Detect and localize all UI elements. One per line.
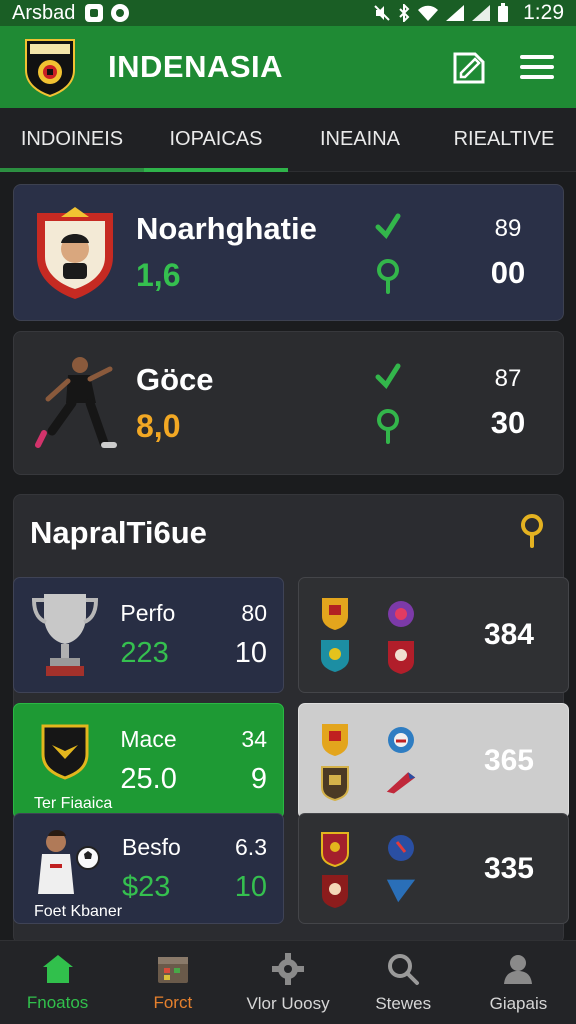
flag-icon xyxy=(385,762,417,802)
match-team-name: Göce xyxy=(136,361,214,397)
nav-item-search[interactable]: Stewes xyxy=(346,941,461,1024)
crest-icon xyxy=(385,594,417,634)
tab-ineaina[interactable]: INEAINA xyxy=(288,108,432,171)
battery-icon xyxy=(498,3,509,22)
stat-side-bottom: 10 xyxy=(234,637,267,669)
signal-icon-2 xyxy=(472,5,491,21)
sync-icon xyxy=(111,4,130,22)
location-pin-icon xyxy=(377,258,399,294)
carrier-label: Arsbad xyxy=(12,1,76,24)
tab-indoineis[interactable]: INDOINEIS xyxy=(0,108,144,172)
tab-iopaicas[interactable]: IOPAICAS xyxy=(144,108,288,172)
stat-card-highlighted[interactable]: Ter Fiaaica Mace 25.0 34 9 xyxy=(13,703,284,819)
match-bottom-value: 30 xyxy=(490,405,526,440)
crest-icon xyxy=(319,594,351,634)
match-top-value: 89 xyxy=(494,214,522,242)
match-card[interactable]: Noarhghatie 1,6 89 00 xyxy=(13,184,564,321)
stat-side-top: 6.3 xyxy=(235,833,267,860)
gear-icon xyxy=(272,952,304,985)
stat-value: $23 xyxy=(122,870,171,903)
edit-icon[interactable] xyxy=(452,49,486,85)
bluetooth-icon xyxy=(399,4,410,22)
player-action-avatar xyxy=(32,355,118,451)
stat-caption: Foet Kbaner xyxy=(34,902,123,920)
stat-label: Mace xyxy=(120,726,177,752)
club-badge-icon: Ter Fiaaica xyxy=(30,713,112,812)
match-team-name: Noarhghatie xyxy=(136,211,317,246)
status-bar: Arsbad 1:29 xyxy=(0,0,576,26)
crest-total: 365 xyxy=(483,744,534,777)
search-icon xyxy=(388,953,420,985)
bottom-nav: Fnoatos Forct Vlor Uoosy Stewes Giapais xyxy=(0,940,576,1024)
crest-summary-card[interactable]: 365 xyxy=(298,703,569,819)
stat-card[interactable]: Foet Kbaner Besfo $23 6.3 10 xyxy=(13,813,284,924)
stat-side-bottom: 9 xyxy=(250,763,267,795)
nav-item-home[interactable]: Fnoatos xyxy=(0,941,115,1024)
match-bottom-value: 00 xyxy=(490,254,526,290)
match-top-value: 87 xyxy=(494,365,522,392)
nav-item-settings[interactable]: Vlor Uoosy xyxy=(230,941,345,1024)
match-score: 8,0 xyxy=(136,407,181,444)
person-icon xyxy=(504,954,533,984)
stat-value: 25.0 xyxy=(120,763,177,795)
nav-label: Giapais xyxy=(489,993,548,1013)
nav-label: Fnoatos xyxy=(26,992,89,1012)
team-logo xyxy=(25,39,75,98)
crest-icon xyxy=(385,636,417,676)
stat-label: Besfo xyxy=(122,833,181,860)
mute-icon xyxy=(374,5,390,21)
nav-label: Stewes xyxy=(375,993,432,1013)
match-score: 1,6 xyxy=(136,257,181,293)
match-card[interactable]: Göce 8,0 87 30 xyxy=(13,331,564,475)
crest-icon xyxy=(385,870,417,910)
stat-side-top: 34 xyxy=(241,726,267,752)
menu-icon[interactable] xyxy=(520,53,554,81)
player-with-ball-avatar: Foet Kbaner xyxy=(30,821,122,920)
nav-label: Forct xyxy=(153,992,193,1012)
tab-riealtive[interactable]: RIEALTIVE xyxy=(432,108,576,171)
nav-label: Vlor Uoosy xyxy=(246,993,330,1013)
crest-icon xyxy=(319,828,351,868)
section-title: NapralTi6ue xyxy=(30,515,207,550)
home-icon xyxy=(42,954,73,983)
crest-summary-card[interactable]: 384 xyxy=(298,577,569,693)
crest-icon xyxy=(385,720,417,760)
location-pin-icon xyxy=(377,409,399,444)
crest-icon xyxy=(319,762,351,802)
stat-side-bottom: 10 xyxy=(234,870,267,903)
crest-total: 384 xyxy=(483,618,534,651)
crest-total: 335 xyxy=(483,851,534,885)
notification-icon xyxy=(85,4,104,22)
wifi-icon xyxy=(418,5,439,21)
check-icon xyxy=(375,363,401,389)
stat-caption: Ter Fiaaica xyxy=(34,795,113,812)
app-title: INDENASIA xyxy=(108,49,284,84)
nav-item-profile[interactable]: Giapais xyxy=(461,941,576,1024)
trophy-icon xyxy=(30,587,100,683)
player-crest-avatar xyxy=(32,205,118,301)
calendar-icon xyxy=(157,956,188,983)
crest-icon xyxy=(319,636,351,676)
app-bar: INDENASIA xyxy=(0,26,576,108)
clock: 1:29 xyxy=(523,1,564,24)
nav-item-calendar[interactable]: Forct xyxy=(115,941,230,1024)
check-icon xyxy=(375,213,401,239)
crest-icon xyxy=(319,870,351,910)
crest-summary-card[interactable]: 335 xyxy=(298,813,569,924)
stat-value: 223 xyxy=(120,637,169,669)
crest-icon xyxy=(319,720,351,760)
signal-icon xyxy=(446,5,465,21)
stat-label: Perfo xyxy=(120,600,176,626)
stat-card[interactable]: Perfo 223 80 10 xyxy=(13,577,284,693)
tab-bar: INDOINEIS IOPAICAS INEAINA RIEALTIVE xyxy=(0,108,576,172)
stat-side-top: 80 xyxy=(241,600,267,626)
location-pin-icon[interactable] xyxy=(519,513,545,549)
crest-icon xyxy=(385,828,417,868)
